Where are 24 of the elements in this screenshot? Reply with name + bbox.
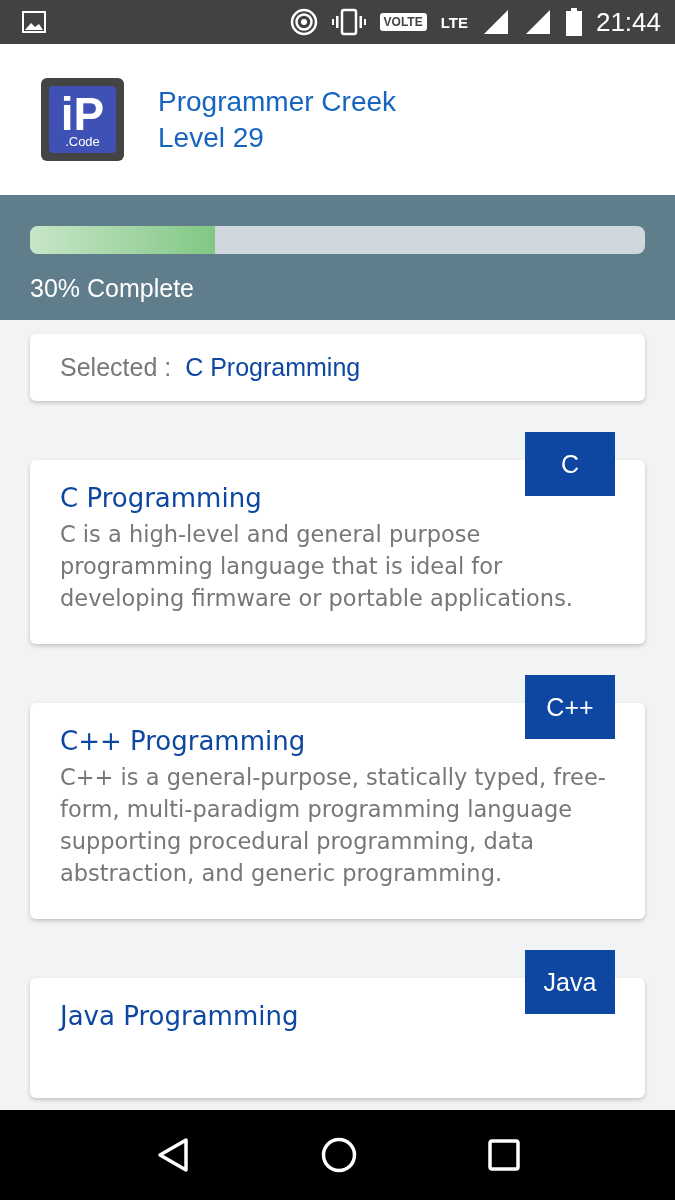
progress-label: 30% Complete [30,274,194,303]
home-button[interactable] [320,1137,357,1173]
app-title: Programmer Creek [158,84,397,119]
volte-indicator: VOLTE [379,13,427,31]
selected-label: Selected : [60,353,172,382]
course-title: C++ Programming [60,725,307,758]
course-title: Java Programming [60,1000,300,1033]
language-tag: C++ [525,675,615,739]
language-tag: Java [525,950,615,1014]
selected-value: C Programming [185,353,361,382]
battery-icon [565,8,582,36]
app-logo: iP .Code [41,78,124,161]
recents-button[interactable] [487,1139,520,1171]
hotspot-icon [289,8,318,36]
lte-indicator: LTE [440,13,468,31]
course-description: C is a high-level and general purpose programming language that is ideal for developing firmware or portable applications. [60,520,574,613]
clock-time: 21:44 [595,6,661,38]
level-text: Level 29 [158,120,265,155]
image-icon [22,11,46,33]
course-title: C Programming [60,482,263,515]
back-button[interactable] [155,1137,190,1173]
vibrate-icon [331,8,366,36]
course-description: C++ is a general-purpose, statically typed, free-form, multi-paradigm programming language supporting procedural programming, data abstraction, and generic programming. [60,763,607,888]
language-tag: C [525,432,615,496]
